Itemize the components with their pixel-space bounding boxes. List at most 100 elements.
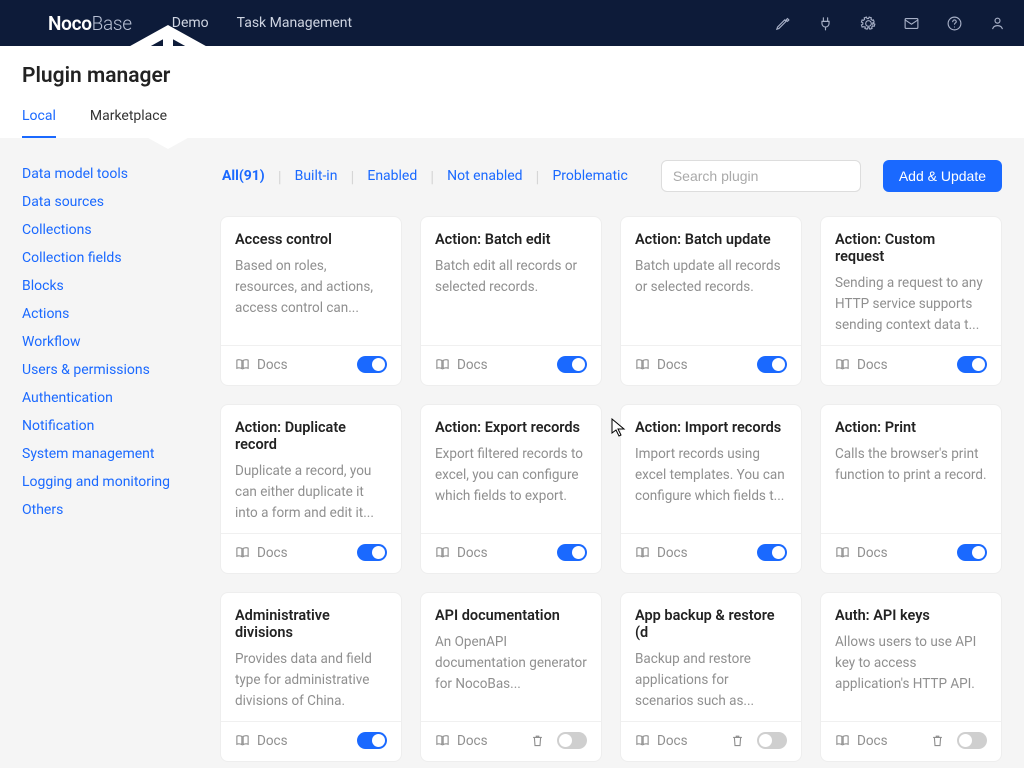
tab-local[interactable]: Local (22, 108, 56, 138)
sidebar-item-data-sources[interactable]: Data sources (22, 194, 220, 210)
plugin-title: Auth: API keys (835, 607, 987, 624)
plugin-description: Export filtered records to excel, you ca… (435, 444, 587, 507)
enable-toggle[interactable] (757, 356, 787, 373)
plugin-icon[interactable] (817, 15, 834, 32)
plugin-title: App backup & restore (d (635, 607, 787, 641)
delete-icon[interactable] (930, 733, 945, 748)
brand-thin: Base (92, 12, 132, 35)
plugin-description: Batch update all records or selected rec… (635, 256, 787, 298)
search-input[interactable] (661, 160, 861, 192)
logo-icon (18, 12, 40, 34)
plugin-description: Allows users to use API key to access ap… (835, 632, 987, 695)
plugin-description: Duplicate a record, you can either dupli… (235, 461, 387, 524)
sidebar-item-data-model-tools[interactable]: Data model tools (22, 166, 220, 182)
tab-marketplace[interactable]: Marketplace (90, 108, 167, 138)
sidebar-item-blocks[interactable]: Blocks (22, 278, 220, 294)
plugin-title: Administrative divisions (235, 607, 387, 641)
plugin-card[interactable]: API documentationAn OpenAPI documentatio… (420, 592, 602, 762)
enable-toggle[interactable] (957, 356, 987, 373)
top-icons (774, 15, 1006, 32)
plugin-card[interactable]: Action: Batch edit Batch edit all records… (420, 216, 602, 386)
plugin-card[interactable]: Action: Duplicate record Duplicate a reco… (220, 404, 402, 574)
sidebar-item-users-permissions[interactable]: Users & permissions (22, 362, 220, 378)
enable-toggle[interactable] (357, 544, 387, 561)
docs-link[interactable]: Docs (435, 357, 488, 373)
filter-problematic[interactable]: Problematic (550, 168, 629, 184)
nav-demo[interactable]: Demo (172, 15, 209, 31)
gear-icon[interactable] (860, 15, 877, 32)
brand-bold: Noco (48, 12, 92, 35)
sidebar-item-system-management[interactable]: System management (22, 446, 220, 462)
enable-toggle[interactable] (357, 356, 387, 373)
docs-link[interactable]: Docs (235, 733, 288, 749)
sidebar-item-workflow[interactable]: Workflow (22, 334, 220, 350)
plugin-title: Action: Batch edit (435, 231, 587, 248)
docs-link[interactable]: Docs (235, 545, 288, 561)
plugin-description: Import records using excel templates. Yo… (635, 444, 787, 507)
logo[interactable]: NocoBase (18, 12, 132, 35)
mail-icon[interactable] (903, 15, 920, 32)
delete-icon[interactable] (530, 733, 545, 748)
help-icon[interactable] (946, 15, 963, 32)
plugin-grid: Access control Based on roles, resources,… (220, 216, 1002, 762)
plugin-title: Action: Export records (435, 419, 587, 436)
add-update-button[interactable]: Add & Update (883, 160, 1002, 192)
docs-link[interactable]: Docs (635, 733, 688, 749)
user-icon[interactable] (989, 15, 1006, 32)
plugin-description: Sending a request to any HTTP service su… (835, 273, 987, 336)
top-nav: Demo Task Management (172, 15, 352, 31)
plugin-card[interactable]: Action: PrintCalls the browser's print f… (820, 404, 1002, 574)
sidebar-item-notification[interactable]: Notification (22, 418, 220, 434)
sidebar-item-logging-and-monitoring[interactable]: Logging and monitoring (22, 474, 220, 490)
plugin-description: Provides data and field type for adminis… (235, 649, 387, 712)
plugin-card[interactable]: Action: Custom requestSending a request … (820, 216, 1002, 386)
sidebar-item-collection-fields[interactable]: Collection fields (22, 250, 220, 266)
plugin-description: Based on roles, resources, and actions, … (235, 256, 387, 319)
enable-toggle[interactable] (557, 356, 587, 373)
plugin-title: Action: Print (835, 419, 987, 436)
top-bar: NocoBase Demo Task Management (0, 0, 1024, 46)
sidebar-item-collections[interactable]: Collections (22, 222, 220, 238)
plugin-title: Action: Duplicate record (235, 419, 387, 453)
enable-toggle[interactable] (557, 544, 587, 561)
docs-link[interactable]: Docs (235, 357, 288, 373)
enable-toggle[interactable] (757, 732, 787, 749)
enable-toggle[interactable] (357, 732, 387, 749)
main: Data model tools Data sources Collections C… (0, 138, 1024, 762)
plugin-card[interactable]: Action: Batch update Batch update all rec… (620, 216, 802, 386)
enable-toggle[interactable] (957, 732, 987, 749)
docs-link[interactable]: Docs (635, 545, 688, 561)
content: All(91) | Built-in | Enabled | Not enabl… (220, 138, 1024, 762)
filter-row: All(91) | Built-in | Enabled | Not enabl… (220, 160, 1002, 192)
filter-enabled[interactable]: Enabled (365, 168, 419, 184)
docs-link[interactable]: Docs (835, 357, 888, 373)
filter-all[interactable]: All(91) (220, 168, 267, 184)
docs-link[interactable]: Docs (835, 545, 888, 561)
enable-toggle[interactable] (557, 732, 587, 749)
delete-icon[interactable] (730, 733, 745, 748)
enable-toggle[interactable] (757, 544, 787, 561)
filter-not-enabled[interactable]: Not enabled (445, 168, 524, 184)
sidebar-item-authentication[interactable]: Authentication (22, 390, 220, 406)
docs-link[interactable]: Docs (435, 545, 488, 561)
plugin-card[interactable]: Action: Import records Import records usi… (620, 404, 802, 574)
docs-link[interactable]: Docs (635, 357, 688, 373)
plugin-description: Batch edit all records or selected recor… (435, 256, 587, 298)
highlight-icon[interactable] (774, 15, 791, 32)
plugin-title: Action: Batch update (635, 231, 787, 248)
plugin-card[interactable]: Action: Export records Export filtered re… (420, 404, 602, 574)
sidebar: Data model tools Data sources Collections C… (0, 138, 220, 762)
plugin-title: Action: Import records (635, 419, 787, 436)
docs-link[interactable]: Docs (835, 733, 888, 749)
plugin-card[interactable]: App backup & restore (dBackup and restor… (620, 592, 802, 762)
plugin-card[interactable]: Access control Based on roles, resources,… (220, 216, 402, 386)
plugin-title: Access control (235, 231, 387, 248)
sidebar-item-actions[interactable]: Actions (22, 306, 220, 322)
plugin-card[interactable]: Auth: API keys Allows users to use API ke… (820, 592, 1002, 762)
enable-toggle[interactable] (957, 544, 987, 561)
plugin-card[interactable]: Administrative divisions Provides data an… (220, 592, 402, 762)
nav-task-management[interactable]: Task Management (237, 15, 352, 31)
sidebar-item-others[interactable]: Others (22, 502, 220, 518)
filter-built-in[interactable]: Built-in (293, 168, 340, 184)
docs-link[interactable]: Docs (435, 733, 488, 749)
